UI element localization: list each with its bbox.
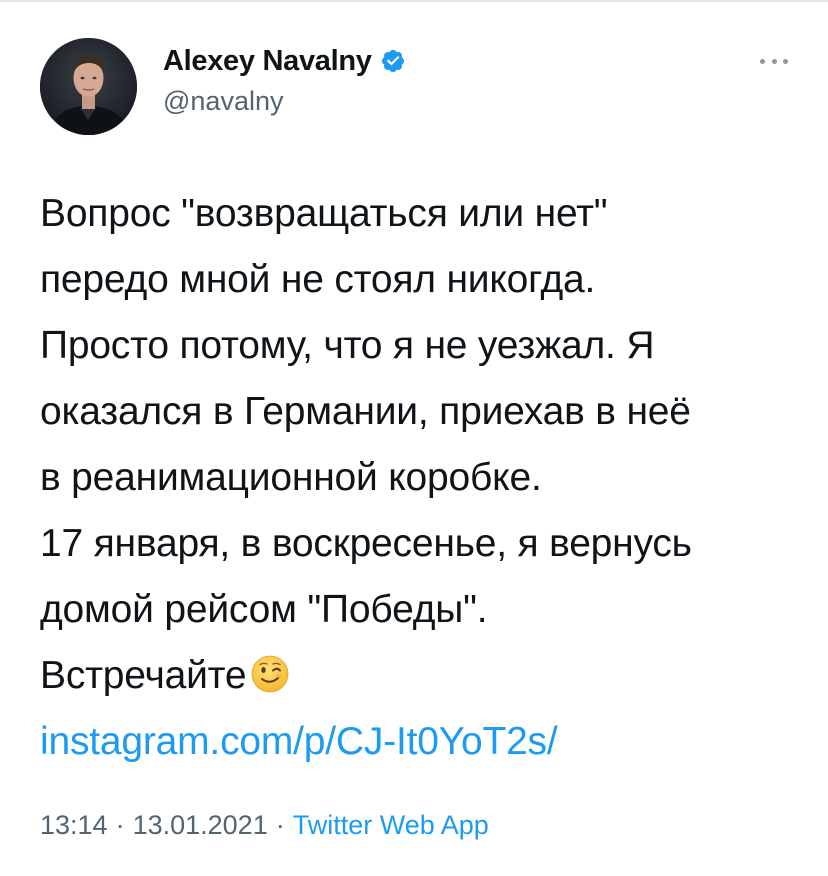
- tweet-line: оказался в Германии, приехав в неё: [40, 390, 691, 433]
- meta-separator: ·: [115, 810, 125, 840]
- tweet-line: Вопрос "возвращаться или нет": [40, 192, 608, 235]
- verified-badge-icon: [380, 48, 406, 74]
- avatar-image: [40, 38, 137, 135]
- tweet-text: Вопрос "возвращаться или нет" передо мно…: [40, 181, 800, 775]
- author-info: Alexey Navalny @navalny: [163, 42, 406, 117]
- tweet-line: домой рейсом "Победы".: [40, 588, 488, 631]
- tweet-line: Просто потому, что я не уезжал. Я: [40, 324, 655, 367]
- tweet-line: в реанимационной коробке.: [40, 456, 542, 499]
- tweet-time[interactable]: 13:14: [40, 810, 108, 840]
- tweet-meta: 13:14 · 13.01.2021 · Twitter Web App: [40, 810, 489, 841]
- tweet-line-text: Встречайте: [40, 654, 247, 697]
- meta-separator: ·: [275, 810, 285, 840]
- tweet-header: Alexey Navalny @navalny: [40, 38, 800, 138]
- tweet-source[interactable]: Twitter Web App: [293, 810, 489, 840]
- tweet-link-line: instagram.com/p/CJ-It0YoT2s/: [40, 709, 800, 775]
- tweet-line: 17 января, в воскресенье, я вернусь: [40, 522, 692, 565]
- display-name-row: Alexey Navalny: [163, 42, 406, 80]
- author-handle[interactable]: @navalny: [163, 86, 406, 117]
- avatar[interactable]: [40, 38, 137, 135]
- more-icon[interactable]: [760, 56, 788, 66]
- tweet-card: Alexey Navalny @navalny Вопрос "возвраща…: [0, 0, 828, 876]
- tweet-line: передо мной не стоял никогда.: [40, 258, 596, 301]
- instagram-link[interactable]: instagram.com/p/CJ-It0YoT2s/: [40, 720, 558, 763]
- display-name[interactable]: Alexey Navalny: [163, 45, 372, 78]
- winking-face-emoji-icon: [250, 649, 290, 693]
- tweet-date[interactable]: 13.01.2021: [133, 810, 268, 840]
- tweet-line-last: Встречайте: [40, 643, 800, 709]
